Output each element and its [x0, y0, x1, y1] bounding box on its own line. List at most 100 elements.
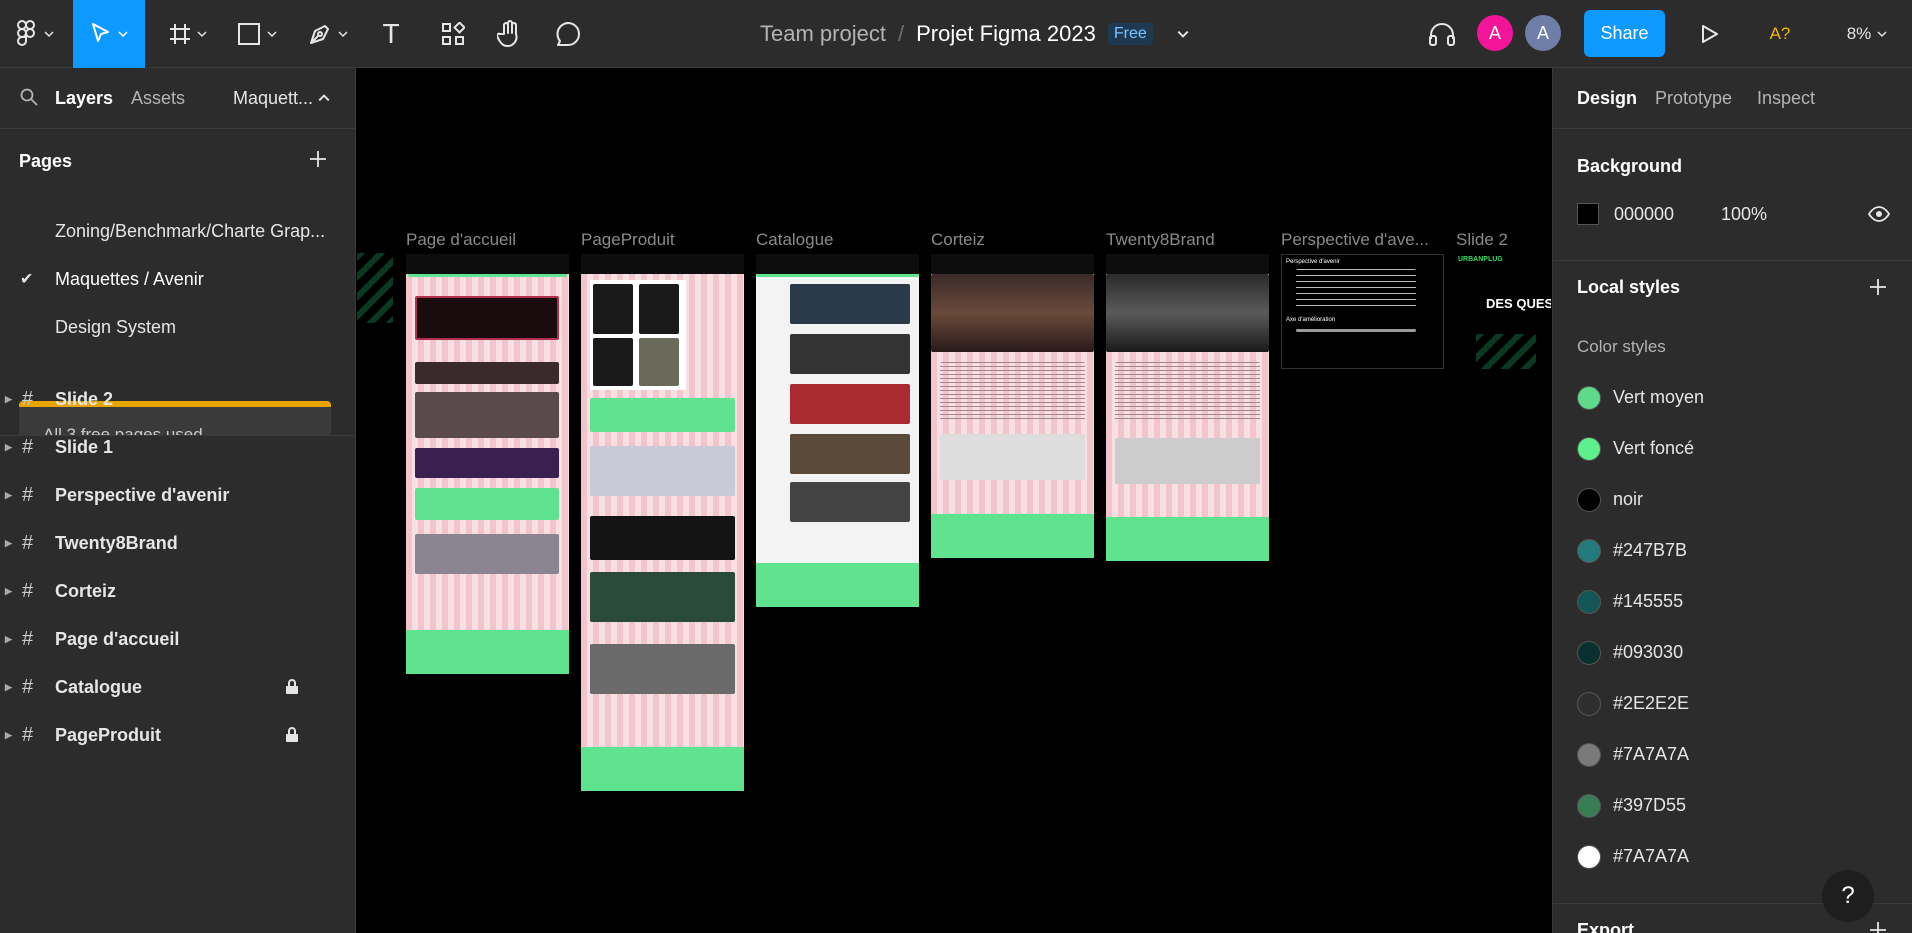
color-style-item[interactable]: #145555 [1577, 576, 1683, 627]
zoom-menu[interactable]: 8% [1832, 0, 1902, 68]
tab-layers[interactable]: Layers [55, 88, 113, 109]
tab-inspect[interactable]: Inspect [1757, 88, 1815, 109]
layer-item[interactable]: ▶ # Slide 1 [0, 423, 356, 471]
frame-block [593, 284, 633, 334]
current-page-dropdown[interactable]: Maquett... [233, 88, 313, 109]
resources-tool-button[interactable] [430, 0, 476, 68]
lock-icon[interactable] [285, 727, 299, 743]
color-style-item[interactable]: #397D55 [1577, 780, 1686, 831]
color-style-item[interactable]: Vert foncé [1577, 423, 1694, 474]
frame-label[interactable]: PageProduit [581, 230, 675, 250]
expand-arrow-icon[interactable]: ▶ [5, 634, 12, 645]
frame-icon: # [22, 483, 34, 506]
hand-tool-button[interactable] [487, 0, 533, 68]
expand-arrow-icon[interactable]: ▶ [5, 442, 12, 453]
layer-item[interactable]: ▶ # PageProduit [0, 711, 356, 759]
color-style-name: #093030 [1613, 642, 1684, 662]
expand-arrow-icon[interactable]: ▶ [5, 586, 12, 597]
layer-item[interactable]: ▶ # Twenty8Brand [0, 519, 356, 567]
color-style-item[interactable]: Vert moyen [1577, 372, 1704, 423]
canvas[interactable]: Page d'accueil PageProduit Catalogue Cor… [357, 68, 1551, 933]
frame-label[interactable]: Twenty8Brand [1106, 230, 1215, 250]
background-hex-input[interactable]: 000000 [1614, 204, 1674, 225]
tab-design[interactable]: Design [1577, 88, 1637, 109]
page-item[interactable]: Zoning/Benchmark/Charte Grap... [0, 210, 356, 252]
components-icon [442, 22, 465, 45]
project-name[interactable]: Projet Figma 2023 [916, 21, 1096, 47]
layer-item[interactable]: ▶ # Slide 2 [0, 375, 356, 423]
frame-twenty8brand[interactable] [1106, 254, 1269, 561]
team-name[interactable]: Team project [760, 21, 886, 47]
color-style-item[interactable]: #7A7A7A [1577, 729, 1689, 780]
frame-page-accueil[interactable] [406, 254, 569, 674]
frame-catalogue[interactable] [756, 254, 919, 607]
share-button[interactable]: Share [1584, 10, 1665, 57]
comment-tool-button[interactable] [545, 0, 591, 68]
chevron-up-icon[interactable] [318, 92, 330, 104]
frame-block [415, 448, 559, 478]
layer-label: Corteiz [55, 580, 117, 601]
color-style-item[interactable]: #247B7B [1577, 525, 1687, 576]
page-item[interactable]: Design System [0, 306, 356, 348]
frame-icon: # [22, 531, 34, 554]
eye-icon[interactable] [1868, 206, 1890, 222]
shape-tool-button[interactable] [228, 0, 286, 68]
present-button[interactable] [1688, 0, 1732, 68]
expand-arrow-icon[interactable]: ▶ [5, 394, 12, 405]
add-style-icon[interactable] [1868, 277, 1888, 297]
color-style-item[interactable]: #2E2E2E [1577, 678, 1689, 729]
frame-label[interactable]: Corteiz [931, 230, 985, 250]
text-tool-button[interactable]: T [368, 0, 414, 68]
color-style-item[interactable]: #093030 [1577, 627, 1683, 678]
expand-arrow-icon[interactable]: ▶ [5, 682, 12, 693]
avatar[interactable]: A [1477, 15, 1513, 51]
frame-label[interactable]: Catalogue [756, 230, 834, 250]
avatar[interactable]: A [1525, 15, 1561, 51]
layer-item[interactable]: ▶ # Page d'accueil [0, 615, 356, 663]
frame-icon [170, 24, 190, 44]
add-page-icon[interactable] [308, 149, 328, 169]
move-tool-button[interactable] [73, 0, 145, 68]
add-export-icon[interactable] [1868, 920, 1888, 933]
layer-item[interactable]: ▶ # Catalogue [0, 663, 356, 711]
audio-chat-button[interactable] [1420, 0, 1464, 68]
color-style-name: #247B7B [1613, 540, 1688, 560]
frame-subtitle: Axe d'amélioration [1286, 317, 1336, 323]
frame-label[interactable]: Perspective d'ave... [1281, 230, 1429, 250]
layer-item[interactable]: ▶ # Perspective d'avenir [0, 471, 356, 519]
layer-item[interactable]: ▶ # Corteiz [0, 567, 356, 615]
pen-tool-button[interactable] [300, 0, 356, 68]
frame-slide1-partial[interactable] [357, 253, 393, 323]
frame-perspective[interactable]: Perspective d'avenir Axe d'amélioration [1281, 254, 1444, 369]
search-icon[interactable] [20, 88, 38, 106]
frame-label[interactable]: Page d'accueil [406, 230, 516, 250]
expand-arrow-icon[interactable]: ▶ [5, 730, 12, 741]
tab-prototype[interactable]: Prototype [1655, 88, 1732, 109]
color-style-name: #397D55 [1613, 795, 1687, 815]
accessibility-check-button[interactable]: A? [1756, 0, 1804, 68]
tab-assets[interactable]: Assets [131, 88, 185, 109]
frame-tool-button[interactable] [160, 0, 216, 68]
color-style-item[interactable]: noir [1577, 474, 1643, 525]
background-opacity-input[interactable]: 100% [1721, 204, 1767, 225]
page-item[interactable]: ✔ Maquettes / Avenir [0, 258, 356, 300]
plan-badge[interactable]: Free [1107, 23, 1153, 45]
expand-arrow-icon[interactable]: ▶ [5, 538, 12, 549]
lock-icon[interactable] [285, 679, 299, 695]
color-styles-title: Color styles [1577, 337, 1666, 356]
layer-label: PageProduit [55, 724, 162, 745]
color-swatch [1577, 538, 1601, 563]
background-swatch[interactable] [1577, 203, 1599, 225]
page-item-label: Design System [55, 316, 177, 337]
main-menu-button[interactable] [0, 0, 70, 68]
frame-slide2[interactable]: URBANPLUG DES QUEST [1456, 254, 1551, 369]
chevron-down-icon[interactable] [1177, 28, 1189, 40]
help-button[interactable]: ? [1822, 870, 1874, 922]
frame-text-block [1115, 362, 1260, 422]
expand-arrow-icon[interactable]: ▶ [5, 490, 12, 501]
color-style-item[interactable]: #7A7A7A [1577, 831, 1689, 882]
frame-label[interactable]: Slide 2 [1456, 230, 1508, 250]
frame-page-produit[interactable] [581, 254, 744, 791]
frame-corteiz[interactable] [931, 254, 1094, 558]
file-title: Team project / Projet Figma 2023 Free [760, 0, 1189, 68]
